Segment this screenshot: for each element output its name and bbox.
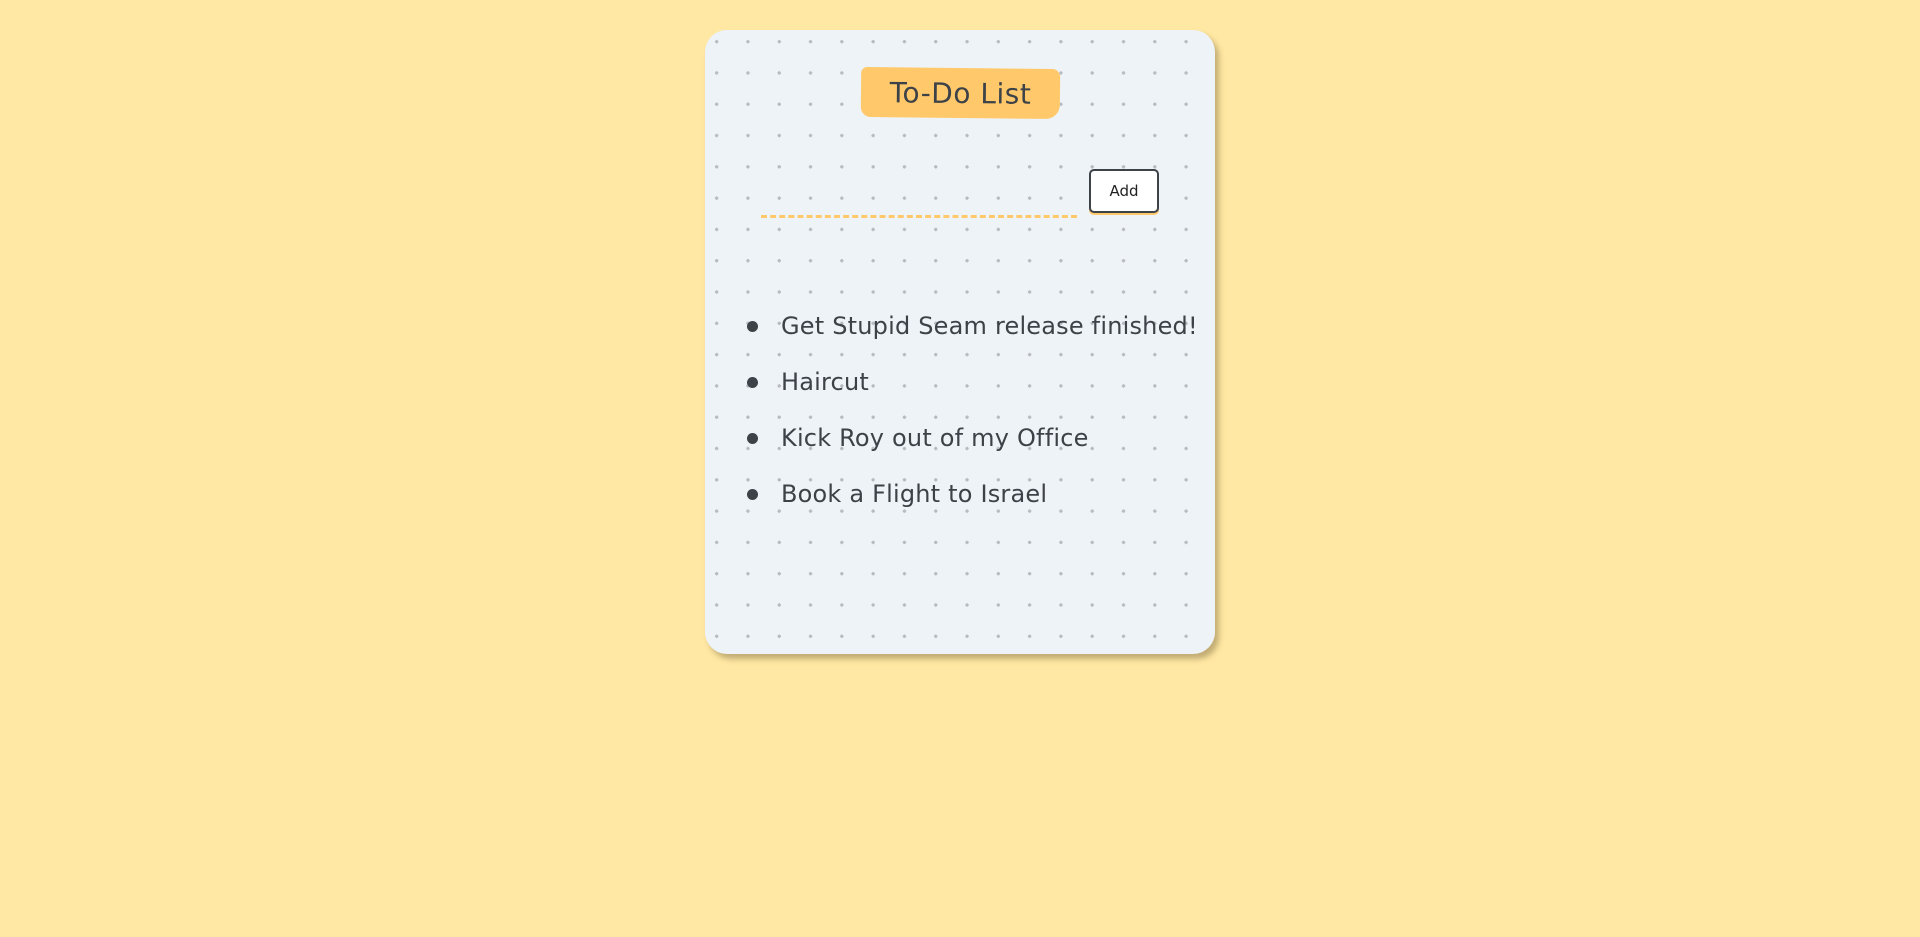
todo-item[interactable]: Get Stupid Seam release finished! bbox=[747, 298, 1198, 354]
todo-item-label: Get Stupid Seam release finished! bbox=[781, 312, 1198, 340]
page-title: To-Do List bbox=[889, 75, 1032, 111]
todo-item[interactable]: Haircut bbox=[747, 354, 1198, 410]
todo-item[interactable]: Book a Flight to Israel bbox=[747, 466, 1198, 522]
todo-item-label: Book a Flight to Israel bbox=[781, 480, 1048, 508]
add-button[interactable]: Add bbox=[1089, 169, 1159, 213]
bullet-icon bbox=[747, 432, 758, 444]
todo-item[interactable]: Kick Roy out of my Office bbox=[747, 410, 1198, 466]
todo-item-label: Kick Roy out of my Office bbox=[781, 424, 1089, 452]
bullet-icon bbox=[747, 376, 758, 388]
todo-card: To-Do List Add Get Stupid Seam release f… bbox=[705, 30, 1215, 654]
title-tag: To-Do List bbox=[860, 66, 1061, 120]
todo-list: Get Stupid Seam release finished! Haircu… bbox=[747, 298, 1198, 522]
bullet-icon bbox=[747, 320, 758, 332]
new-task-input[interactable] bbox=[761, 184, 1077, 218]
bullet-icon bbox=[747, 488, 758, 500]
todo-item-label: Haircut bbox=[781, 368, 869, 396]
